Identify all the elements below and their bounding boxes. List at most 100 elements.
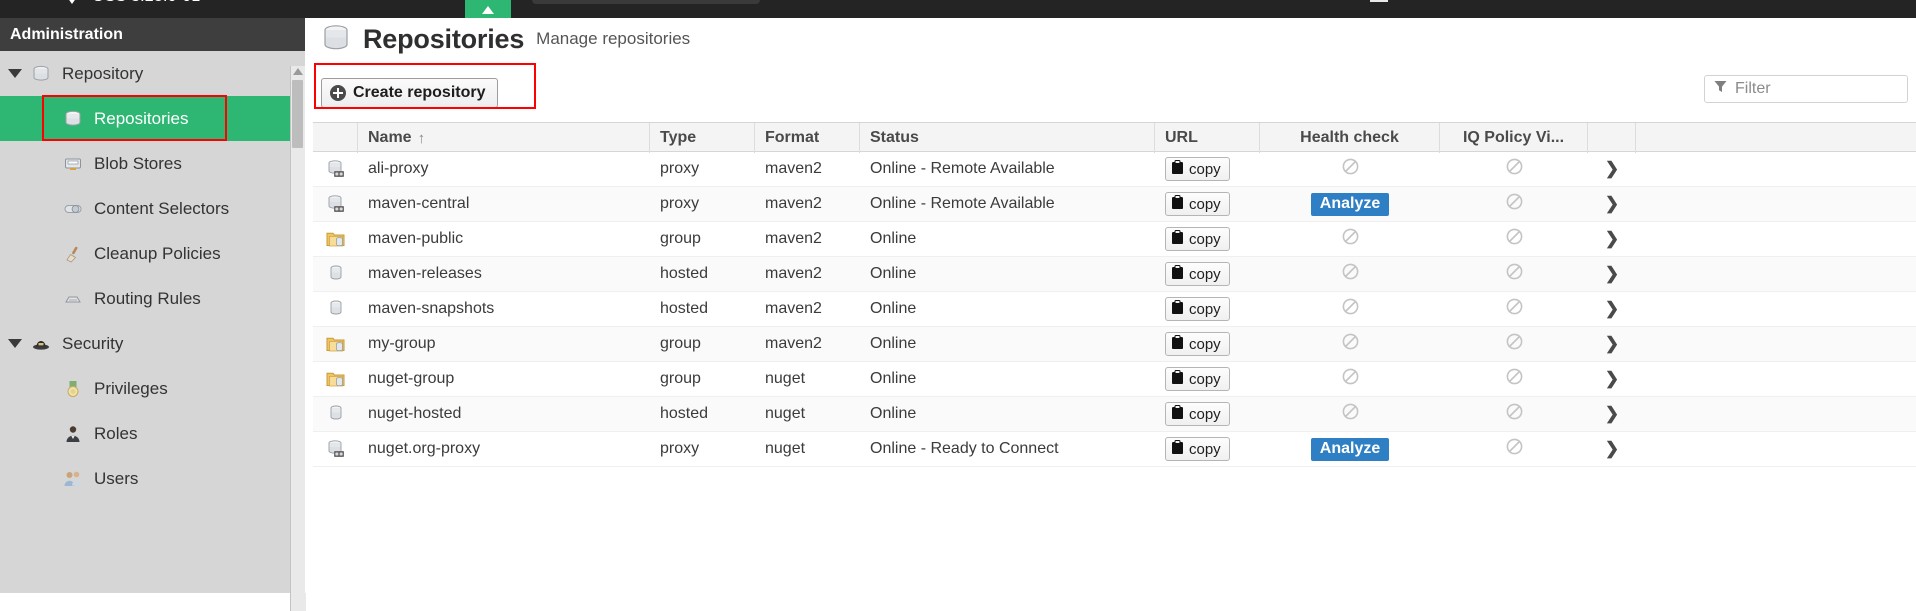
users-icon [62, 468, 84, 490]
table-row[interactable]: maven-releaseshostedmaven2Onlinecopy❯ [313, 257, 1916, 292]
health-check-cell [1260, 362, 1440, 397]
repository-format: maven2 [755, 187, 860, 222]
table-row[interactable]: maven-publicgroupmaven2Onlinecopy❯ [313, 222, 1916, 257]
product-version-label: OSS 3.28.0-01 [92, 0, 200, 6]
copy-url-button[interactable]: copy [1165, 227, 1230, 251]
row-expand-chevron[interactable]: ❯ [1588, 362, 1636, 397]
create-repository-button[interactable]: Create repository [321, 78, 498, 108]
col-header-icon[interactable] [313, 123, 358, 153]
chevron-right-icon: ❯ [1605, 404, 1619, 424]
copy-url-button[interactable]: copy [1165, 402, 1230, 426]
col-header-status[interactable]: Status [860, 123, 1155, 153]
sidebar-item-privileges[interactable]: Privileges [0, 366, 290, 411]
repository-name[interactable]: nuget-group [358, 362, 650, 397]
repository-name[interactable]: maven-releases [358, 257, 650, 292]
table-row[interactable]: maven-snapshotshostedmaven2Onlinecopy❯ [313, 292, 1916, 327]
security-hat-icon [30, 333, 52, 355]
repository-name[interactable]: nuget-hosted [358, 397, 650, 432]
repository-name[interactable]: maven-central [358, 187, 650, 222]
table-row[interactable]: nuget-groupgroupnugetOnlinecopy❯ [313, 362, 1916, 397]
col-header-health-check[interactable]: Health check [1260, 123, 1440, 153]
chevron-right-icon: ❯ [1605, 229, 1619, 249]
plus-circle-icon [330, 85, 346, 101]
no-entry-icon [1342, 298, 1359, 320]
sidebar-item-repositories[interactable]: Repositories [0, 96, 290, 141]
repositories-table: Name ↑ Type Format Status URL Health che… [313, 122, 1916, 593]
row-expand-chevron[interactable]: ❯ [1588, 397, 1636, 432]
row-expand-chevron[interactable]: ❯ [1588, 152, 1636, 187]
repository-type-icon [313, 362, 358, 397]
repository-type: hosted [650, 292, 755, 327]
row-expand-chevron[interactable]: ❯ [1588, 257, 1636, 292]
analyze-button[interactable]: Analyze [1311, 193, 1389, 216]
copy-url-button[interactable]: copy [1165, 192, 1230, 216]
copy-url-button[interactable]: copy [1165, 332, 1230, 356]
table-row[interactable]: ali-proxyproxymaven2Online - Remote Avai… [313, 152, 1916, 187]
table-row[interactable]: my-groupgroupmaven2Onlinecopy❯ [313, 327, 1916, 362]
scroll-up-arrow-icon[interactable] [293, 68, 303, 75]
repository-url-cell: copy [1155, 152, 1260, 187]
repository-type-icon [313, 187, 358, 222]
sidebar-item-repository[interactable]: Repository [0, 51, 290, 96]
col-header-url[interactable]: URL [1155, 123, 1260, 153]
row-expand-chevron[interactable]: ❯ [1588, 327, 1636, 362]
health-check-cell [1260, 257, 1440, 292]
repository-format: maven2 [755, 327, 860, 362]
row-expand-chevron[interactable]: ❯ [1588, 222, 1636, 257]
repository-url-cell: copy [1155, 222, 1260, 257]
no-entry-icon [1506, 438, 1523, 460]
blob-store-icon [62, 153, 84, 175]
no-entry-icon [1506, 333, 1523, 355]
sidebar-item-roles[interactable]: Roles [0, 411, 290, 456]
top-tab-active[interactable] [465, 0, 511, 18]
repository-url-cell: copy [1155, 362, 1260, 397]
repository-name[interactable]: maven-public [358, 222, 650, 257]
repository-type-icon [313, 432, 358, 467]
repository-url-cell: copy [1155, 327, 1260, 362]
sidebar-item-content-selectors[interactable]: Content Selectors [0, 186, 290, 231]
copy-url-button[interactable]: copy [1165, 367, 1230, 391]
repository-name[interactable]: my-group [358, 327, 650, 362]
iq-policy-violations-cell [1440, 292, 1588, 327]
repository-status: Online [860, 257, 1155, 292]
sidebar-scrollbar-thumb[interactable] [292, 80, 303, 148]
filter-input[interactable]: Filter [1704, 75, 1908, 103]
repository-type-icon [313, 397, 358, 432]
iq-policy-violations-cell [1440, 432, 1588, 467]
broom-icon [62, 243, 84, 265]
copy-url-button[interactable]: copy [1165, 297, 1230, 321]
col-header-type[interactable]: Type [650, 123, 755, 153]
sidebar-item-label: Users [94, 469, 138, 489]
table-row[interactable]: nuget-hostedhostednugetOnlinecopy❯ [313, 397, 1916, 432]
repository-name[interactable]: nuget.org-proxy [358, 432, 650, 467]
col-header-format[interactable]: Format [755, 123, 860, 153]
sidebar-item-blob-stores[interactable]: Blob Stores [0, 141, 290, 186]
analyze-button[interactable]: Analyze [1311, 438, 1389, 461]
col-header-name[interactable]: Name ↑ [358, 123, 650, 153]
sidebar-item-cleanup-policies[interactable]: Cleanup Policies [0, 231, 290, 276]
repository-format: nuget [755, 397, 860, 432]
col-header-iq-policy-violations[interactable]: IQ Policy Vi... [1440, 123, 1588, 153]
sidebar-item-security[interactable]: Security [0, 321, 290, 366]
sidebar-item-label: Routing Rules [94, 289, 201, 309]
iq-policy-violations-cell [1440, 362, 1588, 397]
database-icon [321, 23, 351, 55]
copy-url-button[interactable]: copy [1165, 262, 1230, 286]
repository-name[interactable]: maven-snapshots [358, 292, 650, 327]
copy-url-button[interactable]: copy [1165, 437, 1230, 461]
copy-url-button[interactable]: copy [1165, 157, 1230, 181]
copy-url-label: copy [1189, 196, 1221, 213]
global-search-input[interactable] [532, 0, 760, 4]
table-row[interactable]: maven-centralproxymaven2Online - Remote … [313, 187, 1916, 222]
chevron-down-icon[interactable] [8, 69, 22, 78]
repository-name[interactable]: ali-proxy [358, 152, 650, 187]
chevron-down-icon[interactable] [8, 339, 22, 348]
sidebar-item-routing-rules[interactable]: Routing Rules [0, 276, 290, 321]
row-expand-chevron[interactable]: ❯ [1588, 187, 1636, 222]
sidebar-item-label: Content Selectors [94, 199, 229, 219]
sidebar-item-users[interactable]: Users [0, 456, 290, 501]
row-expand-chevron[interactable]: ❯ [1588, 292, 1636, 327]
table-row[interactable]: nuget.org-proxyproxynugetOnline - Ready … [313, 432, 1916, 467]
row-expand-chevron[interactable]: ❯ [1588, 432, 1636, 467]
topbar-icon-a[interactable] [1370, 0, 1388, 2]
